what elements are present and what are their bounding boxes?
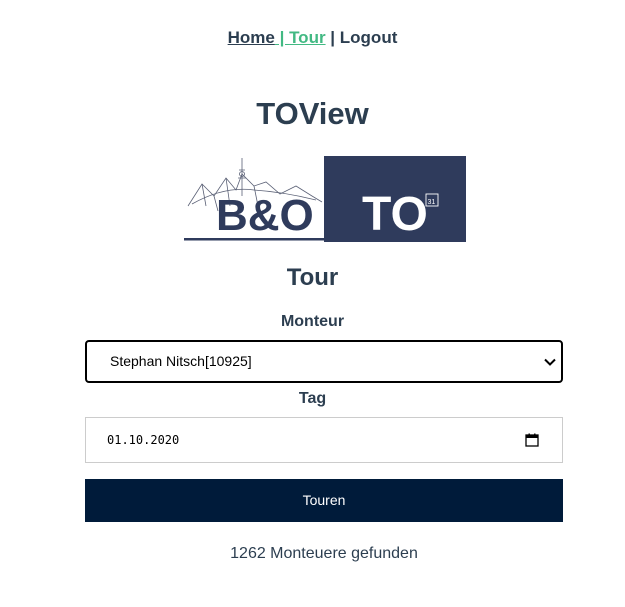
bo-to-logo: B&O TO 31 xyxy=(184,156,466,242)
logo-right-text: TO xyxy=(362,188,428,241)
page-title: TOView xyxy=(256,96,369,131)
monteur-label: Monteur xyxy=(280,313,345,330)
section-title: Tour xyxy=(286,264,339,291)
nav-tour-link[interactable]: Tour xyxy=(289,28,326,47)
logo-left-text: B&O xyxy=(216,191,314,240)
calendar-icon[interactable] xyxy=(525,433,539,447)
tag-date-value: 01.10.2020 xyxy=(107,433,180,447)
svg-text:31: 31 xyxy=(428,199,436,206)
nav-home-link[interactable]: Home xyxy=(228,28,275,47)
tag-label: Tag xyxy=(298,390,327,407)
monteur-select[interactable]: Stephan Nitsch[10925] xyxy=(85,340,563,383)
tag-date-input[interactable]: 01.10.2020 xyxy=(85,417,563,463)
chevron-down-icon xyxy=(544,358,556,366)
touren-button[interactable]: Touren xyxy=(85,479,563,522)
main-nav: Home | Tour | Logout xyxy=(0,28,625,48)
result-count: 1262 Monteuere gefunden xyxy=(230,545,418,562)
nav-logout-link[interactable]: Logout xyxy=(340,28,398,47)
nav-separator-1: | xyxy=(274,28,290,47)
monteur-select-value: Stephan Nitsch[10925] xyxy=(110,353,252,369)
nav-separator-2: | xyxy=(325,28,340,47)
